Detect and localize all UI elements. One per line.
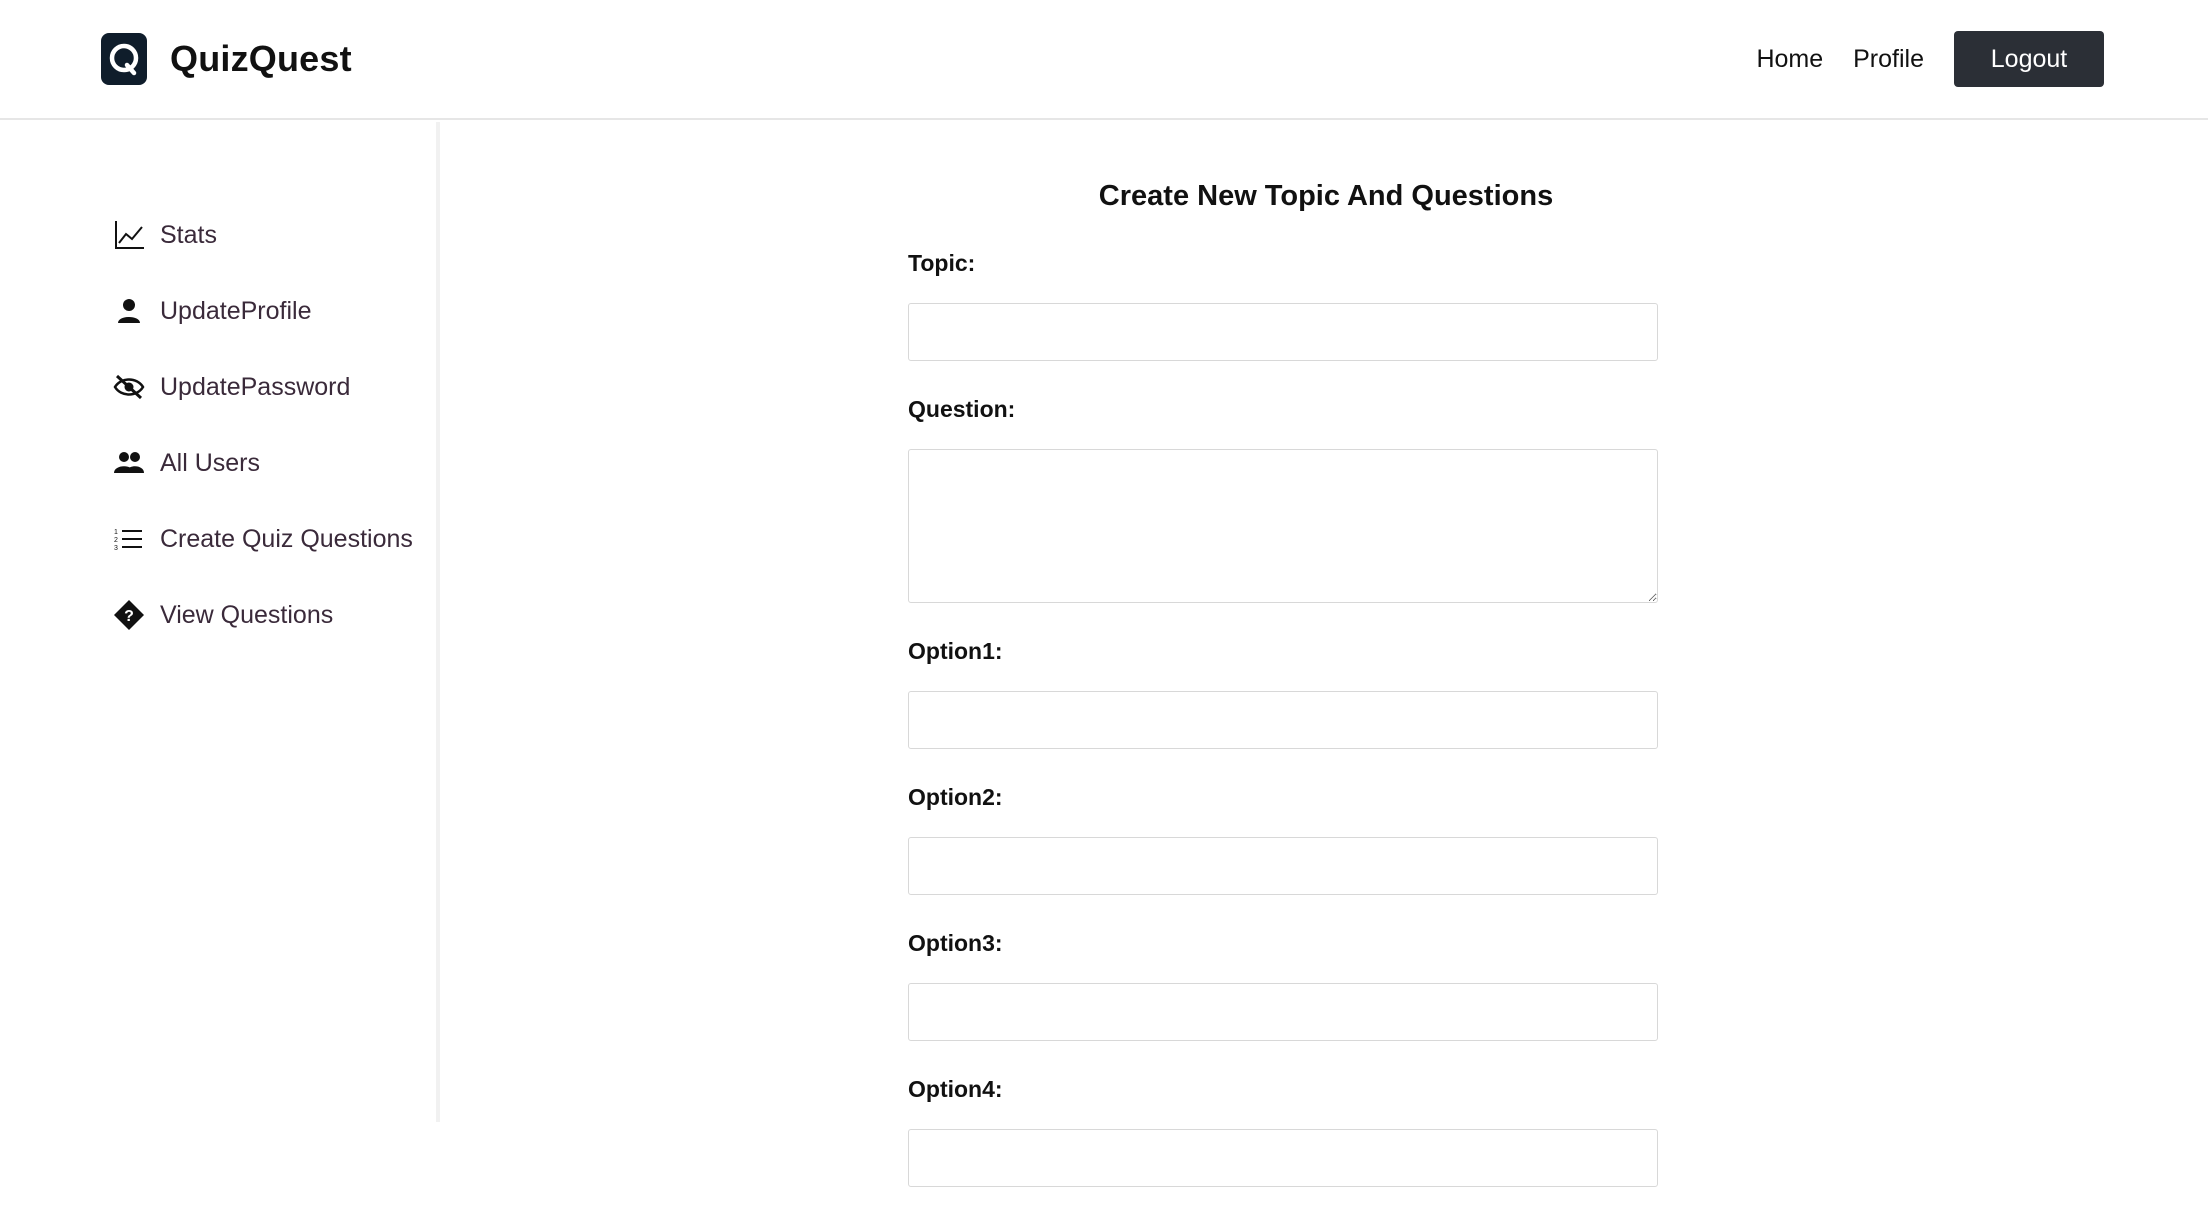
sidebar: Stats UpdateProfile UpdatePassword All U… xyxy=(0,122,440,1122)
sidebar-item-all-users[interactable]: All Users xyxy=(112,425,413,501)
topic-input[interactable] xyxy=(908,303,1658,361)
people-icon xyxy=(112,446,146,480)
line-chart-icon xyxy=(112,218,146,252)
sidebar-item-label: UpdateProfile xyxy=(160,296,312,325)
sidebar-item-create-quiz-questions[interactable]: 1 2 3 Create Quiz Questions xyxy=(112,501,413,577)
option3-label: Option3: xyxy=(908,930,1003,956)
quizquest-logo-icon xyxy=(101,33,147,85)
app-name: QuizQuest xyxy=(170,38,352,79)
option1-input[interactable] xyxy=(908,691,1658,749)
sidebar-item-label: Stats xyxy=(160,220,217,249)
sidebar-item-view-questions[interactable]: ? View Questions xyxy=(112,577,413,653)
sidebar-item-updatepassword[interactable]: UpdatePassword xyxy=(112,349,413,425)
sidebar-item-label: View Questions xyxy=(160,600,334,629)
logout-button[interactable]: Logout xyxy=(1954,31,2104,87)
sidebar-menu: Stats UpdateProfile UpdatePassword All U… xyxy=(112,197,413,653)
svg-text:1: 1 xyxy=(114,529,118,536)
option2-input[interactable] xyxy=(908,837,1658,895)
question-diamond-icon: ? xyxy=(112,598,146,632)
question-textarea[interactable] xyxy=(908,449,1658,603)
option4-input[interactable] xyxy=(908,1129,1658,1187)
sidebar-item-label: UpdatePassword xyxy=(160,372,351,401)
sidebar-item-label: Create Quiz Questions xyxy=(160,524,413,553)
question-label: Question: xyxy=(908,396,1016,422)
option4-label: Option4: xyxy=(908,1076,1003,1102)
header-nav: Home Profile Logout xyxy=(1756,31,2104,87)
main-content: Create New Topic And Questions Topic: Qu… xyxy=(444,122,2208,1187)
create-question-form: Topic: Question: Option1: Option2: Optio… xyxy=(908,247,1658,1219)
page-title: Create New Topic And Questions xyxy=(1098,180,1554,212)
sidebar-item-updateprofile[interactable]: UpdateProfile xyxy=(112,273,413,349)
top-navbar: QuizQuest Home Profile Logout xyxy=(0,0,2208,120)
topic-label: Topic: xyxy=(908,250,976,276)
option1-label: Option1: xyxy=(908,638,1003,664)
brand[interactable]: QuizQuest xyxy=(101,33,352,85)
svg-text:?: ? xyxy=(124,608,134,625)
svg-text:3: 3 xyxy=(114,545,118,552)
option2-label: Option2: xyxy=(908,784,1003,810)
option3-input[interactable] xyxy=(908,983,1658,1041)
nav-home-link[interactable]: Home xyxy=(1756,45,1823,74)
sidebar-item-label: All Users xyxy=(160,448,261,477)
svg-text:2: 2 xyxy=(114,537,118,544)
sidebar-item-stats[interactable]: Stats xyxy=(112,197,413,273)
nav-profile-link[interactable]: Profile xyxy=(1853,45,1924,74)
eye-slash-icon xyxy=(112,370,146,404)
list-icon: 1 2 3 xyxy=(112,522,146,556)
person-icon xyxy=(112,294,146,328)
